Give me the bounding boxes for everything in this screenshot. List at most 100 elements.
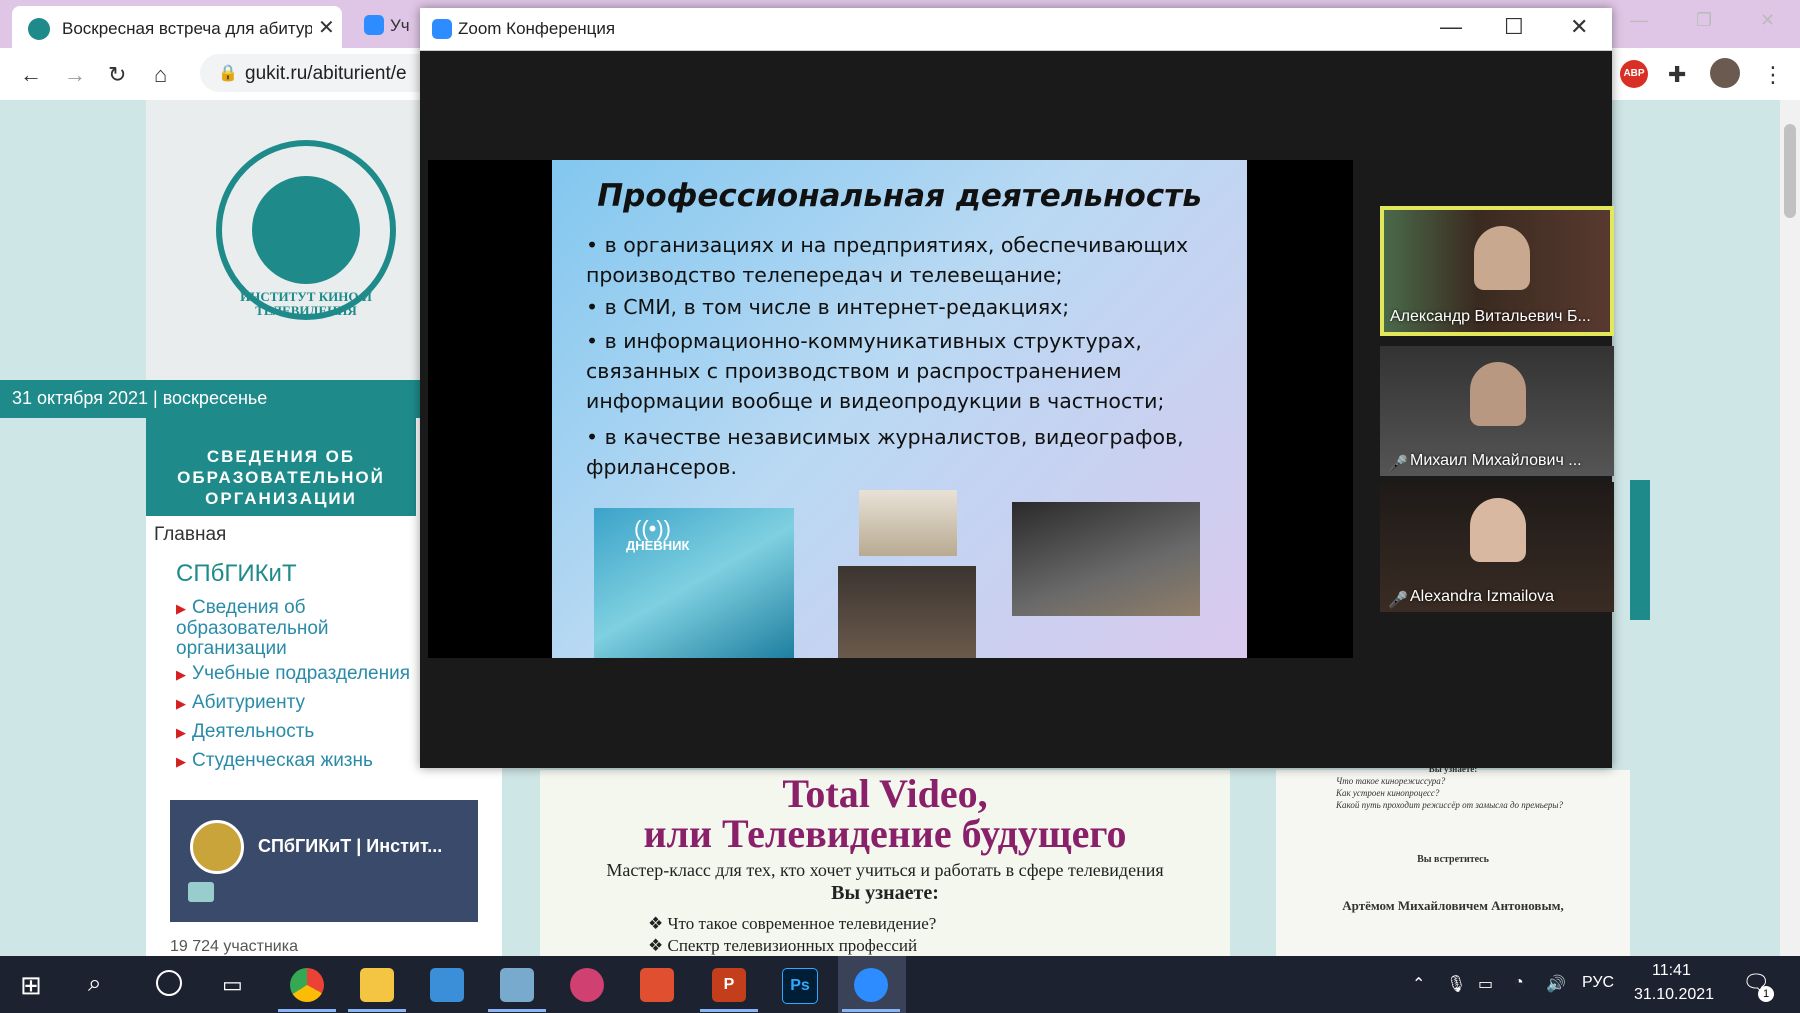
snipping-tool-icon[interactable] <box>640 968 674 1002</box>
language-indicator[interactable]: РУС <box>1582 974 1614 992</box>
forward-icon[interactable]: → <box>64 62 86 88</box>
home-icon[interactable]: ⌂ <box>154 62 167 88</box>
windows-start-icon[interactable]: ⊞ <box>20 970 42 1001</box>
search-icon[interactable]: ⌕ <box>88 970 101 998</box>
tray-chevron-icon[interactable]: ⌃ <box>1412 974 1425 994</box>
adblock-extension-icon[interactable]: ABP <box>1620 60 1648 88</box>
participant-tile[interactable]: 🎤 Alexandra Izmailova <box>1380 482 1614 612</box>
microphone-icon[interactable]: 🎙 <box>1446 974 1466 994</box>
vk-group-widget[interactable]: СПбГИКиТ | Инстит... <box>170 800 478 922</box>
poster-bullet-text: Что такое современное телевидение? <box>667 914 937 933</box>
participant-face <box>1470 498 1526 562</box>
bullet-triangle-icon: ▶ <box>176 754 186 769</box>
date-text: 31 октября 2021 | воскресенье <box>12 388 268 408</box>
muted-mic-icon: 🎤 <box>1388 592 1408 609</box>
back-icon[interactable]: ← <box>20 62 42 88</box>
browser-close-icon[interactable]: ✕ <box>1760 10 1775 31</box>
browser-menu-icon[interactable]: ⋮ <box>1762 62 1784 88</box>
store-icon[interactable] <box>430 968 464 1002</box>
close-tab-icon[interactable]: ✕ <box>318 15 335 40</box>
bullet-triangle-icon: ▶ <box>176 725 186 740</box>
zoom-titlebar[interactable]: Zoom Конференция — ☐ ✕ <box>420 8 1612 51</box>
zoom-running-indicator <box>842 1009 900 1012</box>
notebook-icon[interactable] <box>500 968 534 1002</box>
participant-face <box>1470 362 1526 426</box>
scroll-thumb[interactable] <box>1784 124 1796 218</box>
participant-tile[interactable]: 🎤 Михаил Михайлович ... <box>1380 346 1614 476</box>
bullet-triangle-icon: ▶ <box>176 696 186 711</box>
photoshop-icon[interactable]: Ps <box>782 968 818 1004</box>
zoom-favicon-icon <box>364 15 384 35</box>
battery-icon[interactable]: ▭ <box>1478 974 1493 994</box>
tab-inactive-title: Уч <box>390 16 410 35</box>
poster-title-line2: или Телевидение будущего <box>643 811 1127 856</box>
muted-mic-icon: 🎤 <box>1388 456 1408 473</box>
network-icon[interactable]: ◔ <box>1514 974 1524 992</box>
event-poster: Total Video, или Телевидение будущего Ма… <box>540 770 1230 956</box>
reload-icon[interactable]: ↻ <box>108 62 126 88</box>
cortana-icon[interactable] <box>156 970 182 996</box>
windows-taskbar: ⊞ ⌕ ▭ P Ps ⌃ 🎙 ▭ ◔ 🔊 РУС 11:41 31.10.202… <box>0 956 1800 1013</box>
nav-item-label: Учебные подразделения <box>192 663 411 684</box>
paint-icon[interactable] <box>570 968 604 1002</box>
zoom-close-icon[interactable]: ✕ <box>1570 14 1588 40</box>
slide-bullet: • в организациях и на предприятиях, обес… <box>586 233 1189 287</box>
clock-date[interactable]: 31.10.2021 <box>1634 986 1714 1004</box>
zoom-maximize-icon[interactable]: ☐ <box>1504 14 1524 40</box>
nav-home-link[interactable]: Главная <box>154 524 226 546</box>
logo-emblem-icon <box>252 176 360 284</box>
zoom-window: Zoom Конференция — ☐ ✕ Профессиональная … <box>420 8 1614 768</box>
lock-icon: 🔒 <box>218 65 238 82</box>
site-favicon-icon <box>28 18 50 40</box>
powerpoint-running-indicator <box>700 1009 758 1012</box>
nav-item-label: Студенческая жизнь <box>192 750 373 771</box>
nav-item-org-info[interactable]: ▶ Сведения об образовательной организации <box>176 598 366 659</box>
org-info-link[interactable]: СВЕДЕНИЯ ОБ ОБРАЗОВАТЕЛЬНОЙ ОРГАНИЗАЦИИ <box>146 418 416 516</box>
browser-restore-icon[interactable]: ❐ <box>1696 10 1712 31</box>
side-poster-line: Какой путь проходит режиссёр от замысла … <box>1336 800 1563 810</box>
slide-bullet: • в информационно-коммуникативных структ… <box>586 329 1165 413</box>
nav-item-label: Деятельность <box>192 721 315 742</box>
nav-brand-heading[interactable]: СПбГИКиТ <box>176 560 297 588</box>
side-poster-line: Что такое кинорежиссура? <box>1336 776 1446 786</box>
vk-group-avatar <box>190 820 244 874</box>
url-text: gukit.ru/abiturient/e <box>245 63 407 84</box>
tab-inactive[interactable]: Уч <box>360 10 420 44</box>
file-explorer-icon[interactable] <box>360 968 394 1002</box>
poster-bullet: ❖ Что такое современное телевидение? <box>648 914 937 933</box>
zoom-camera-icon <box>432 19 452 39</box>
browser-minimize-icon[interactable]: — <box>1630 10 1648 31</box>
slide-image-diary: ((•)) ДНЕВНИК <box>594 508 794 658</box>
nav-item-activity[interactable]: ▶ Деятельность <box>176 722 314 743</box>
screen-share-area: Профессиональная деятельность • в органи… <box>428 160 1353 658</box>
notebook-running-indicator <box>488 1009 546 1012</box>
slide-image-editor <box>838 566 976 658</box>
bullet-triangle-icon: ▶ <box>176 667 186 682</box>
presentation-slide: Профессиональная деятельность • в органи… <box>552 160 1247 658</box>
participant-tile[interactable]: Александр Витальевич Б... <box>1380 206 1614 336</box>
slide-image-papers <box>859 490 957 556</box>
zoom-minimize-icon[interactable]: — <box>1440 14 1462 40</box>
powerpoint-icon[interactable]: P <box>712 968 746 1002</box>
clapperboard-icon <box>188 882 214 902</box>
chrome-running-indicator <box>278 1009 336 1012</box>
bullet-triangle-icon: ▶ <box>176 601 186 616</box>
slide-bullet: • в СМИ, в том числе в интернет-редакция… <box>586 295 1070 319</box>
task-view-icon[interactable]: ▭ <box>222 972 243 998</box>
nav-item-applicants[interactable]: ▶ Абитуриенту <box>176 693 305 714</box>
nav-item-student-life[interactable]: ▶ Студенческая жизнь <box>176 751 373 772</box>
right-teal-rail <box>1630 480 1650 620</box>
side-poster: Вы узнаете: Что такое кинорежиссура? Как… <box>1276 764 1630 956</box>
slide-title: Профессиональная деятельность <box>597 178 1202 214</box>
poster-learn-heading: Вы узнаете: <box>831 882 939 904</box>
page-scrollbar[interactable] <box>1780 100 1800 956</box>
tab-active[interactable]: Воскресная встреча для абитур ✕ <box>12 6 342 48</box>
logo-caption: ИНСТИТУТ КИНО И ТЕЛЕВИДЕНИЯ <box>240 289 372 318</box>
chrome-icon[interactable] <box>290 968 324 1002</box>
volume-icon[interactable]: 🔊 <box>1546 974 1566 994</box>
zoom-app-icon[interactable] <box>854 968 888 1002</box>
zoom-window-title: Zoom Конференция <box>458 19 616 38</box>
clock-time[interactable]: 11:41 <box>1652 962 1691 980</box>
extensions-puzzle-icon[interactable]: ✚ <box>1668 62 1686 88</box>
profile-avatar[interactable] <box>1710 58 1740 88</box>
